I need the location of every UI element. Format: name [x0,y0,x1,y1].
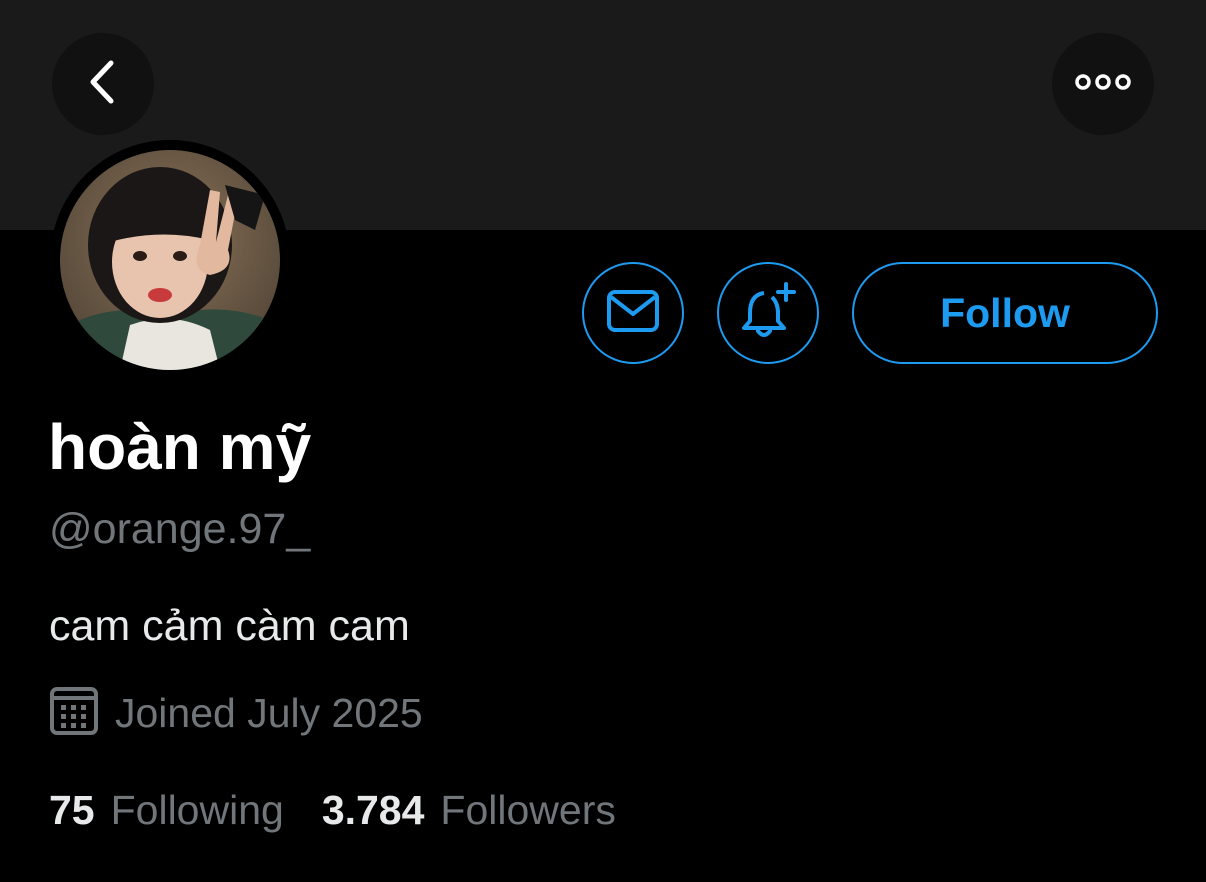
follow-stats: 75 Following 3.784 Followers [49,785,616,835]
joined-date: Joined July 2025 [115,689,423,736]
calendar-icon [49,686,99,741]
follow-button-label: Follow [940,289,1070,336]
user-handle: @orange.97_ [49,505,311,553]
followers-label: Followers [440,786,616,833]
following-link[interactable]: 75 Following [49,787,284,834]
back-button[interactable] [52,33,154,135]
followers-link[interactable]: 3.784 Followers [322,787,616,834]
joined-date-row: Joined July 2025 [49,686,423,741]
more-horizontal-icon [1073,72,1133,97]
notifications-button[interactable] [717,262,819,364]
profile-avatar[interactable] [50,140,290,380]
profile-bio: cam cảm càm cam [49,602,410,650]
more-options-button[interactable] [1052,33,1154,135]
followers-count: 3.784 [321,786,425,833]
avatar-photo [60,150,280,370]
following-count: 75 [49,786,95,833]
chevron-left-icon [83,57,123,112]
message-button[interactable] [582,262,684,364]
display-name: hoàn mỹ [48,411,312,483]
follow-button[interactable]: Follow [852,262,1158,364]
envelope-icon [606,289,660,338]
following-label: Following [110,786,284,833]
bell-plus-icon [738,281,798,346]
